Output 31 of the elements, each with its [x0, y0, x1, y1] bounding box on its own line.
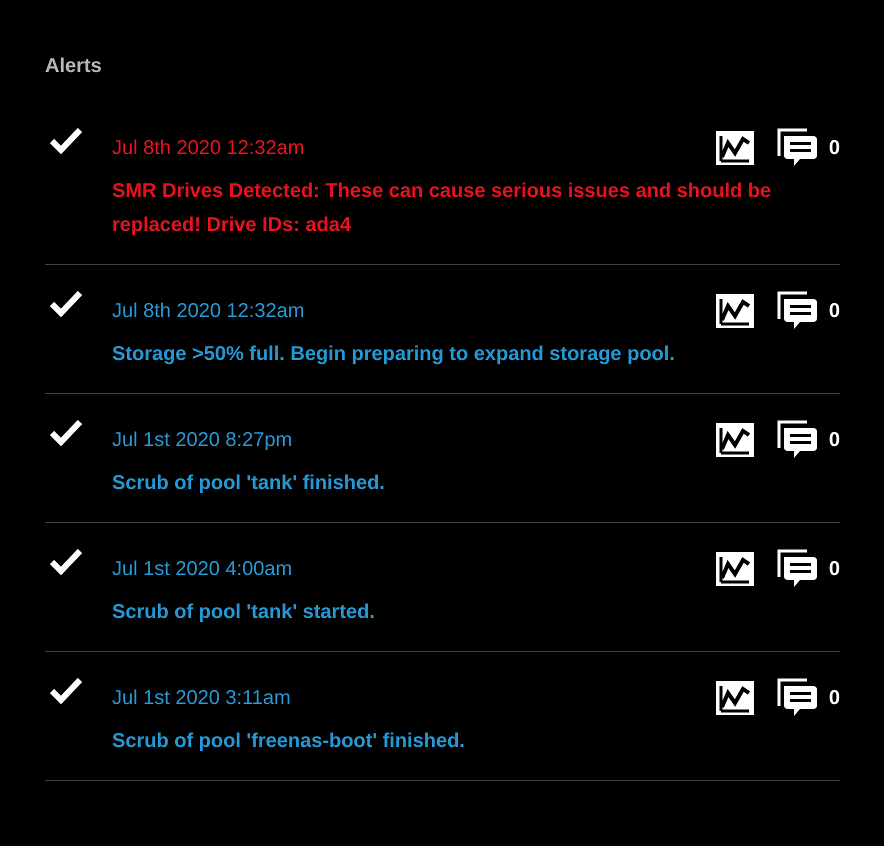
alert-time: Jul 1st 2020 4:00am	[112, 557, 292, 582]
comments-icon[interactable]	[776, 678, 819, 718]
comment-count: 0	[828, 299, 840, 324]
comment-count: 0	[828, 428, 840, 453]
line-chart-icon[interactable]	[716, 131, 754, 165]
alert-time: Jul 8th 2020 12:32am	[112, 136, 304, 161]
line-chart-icon[interactable]	[716, 552, 754, 586]
alert-message: SMR Drives Detected: These can cause serious issues and should be replaced! Drive IDs: ada4	[112, 179, 772, 238]
comments-icon[interactable]	[776, 420, 819, 460]
checkmark-icon[interactable]	[49, 418, 83, 446]
checkmark-icon[interactable]	[49, 676, 83, 704]
alert-time: Jul 1st 2020 8:27pm	[112, 428, 292, 453]
checkmark-icon[interactable]	[49, 289, 83, 317]
alert-time: Jul 1st 2020 3:11am	[112, 686, 291, 711]
line-chart-icon[interactable]	[716, 294, 754, 328]
comments-icon[interactable]	[776, 128, 819, 168]
line-chart-icon[interactable]	[716, 681, 754, 715]
comment-count: 0	[828, 686, 840, 711]
alert-message: Storage >50% full. Begin preparing to expand storage pool.	[112, 342, 676, 367]
checkmark-icon[interactable]	[49, 547, 83, 575]
alert-time: Jul 8th 2020 12:32am	[112, 299, 304, 324]
line-chart-icon[interactable]	[716, 423, 754, 457]
alert-message: Scrub of pool 'tank' finished.	[112, 471, 386, 496]
comments-icon[interactable]	[776, 549, 819, 589]
alert-message: Scrub of pool 'tank' started.	[112, 600, 376, 625]
checkmark-icon[interactable]	[49, 126, 83, 154]
comment-count: 0	[828, 557, 840, 582]
section-title: Alerts	[45, 54, 103, 79]
comment-count: 0	[828, 136, 840, 161]
comments-icon[interactable]	[776, 291, 819, 331]
alert-message: Scrub of pool 'freenas-boot' finished.	[112, 729, 466, 754]
